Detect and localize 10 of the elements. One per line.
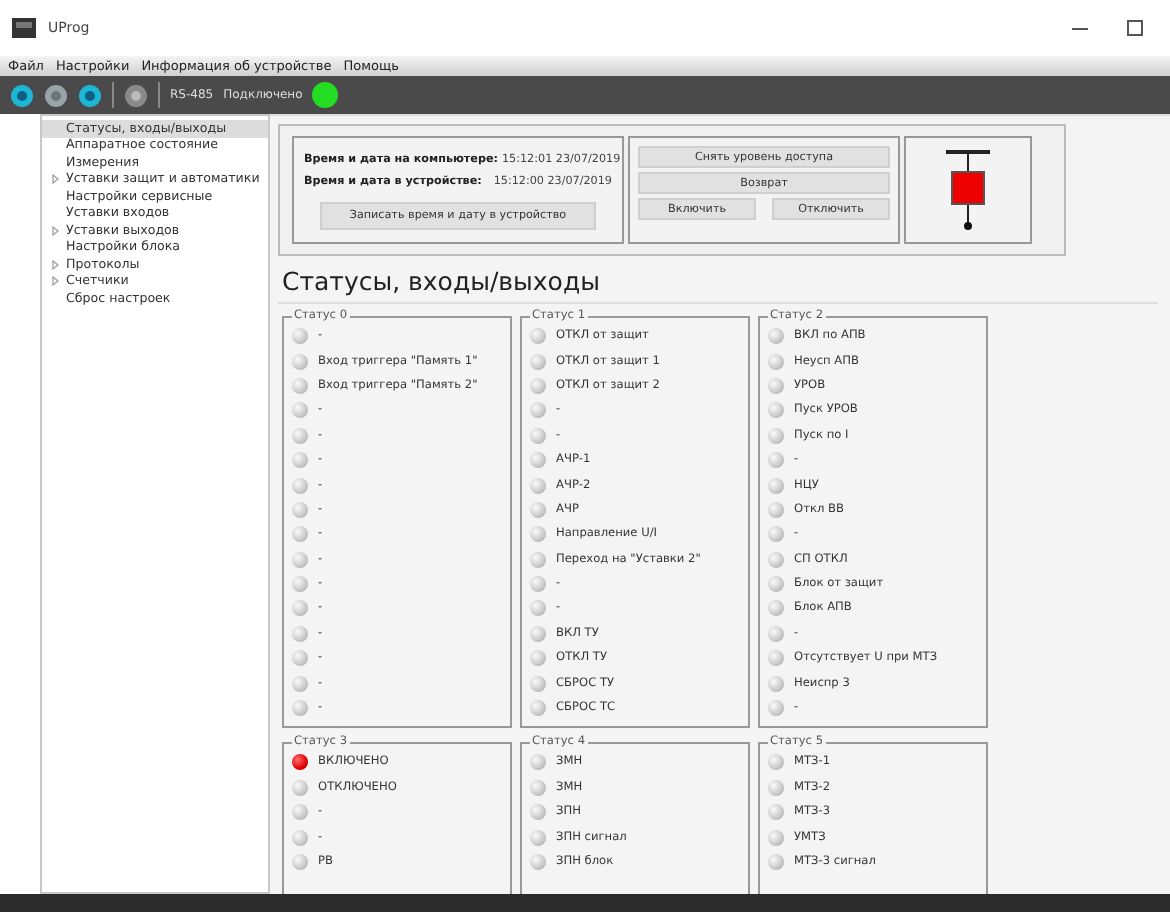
expand-icon[interactable]	[50, 174, 60, 185]
toolbar-button[interactable]	[44, 83, 68, 107]
section-title: Статусы, входы/выходы	[282, 266, 602, 296]
toolbar-button[interactable]	[124, 83, 148, 107]
expand-icon[interactable]	[50, 276, 60, 287]
expand-icon[interactable]	[50, 259, 60, 270]
expand-icon[interactable]	[50, 225, 60, 236]
toolbar-button[interactable]	[78, 83, 102, 107]
app-icon	[12, 18, 36, 38]
toolbar-button[interactable]	[10, 83, 34, 107]
